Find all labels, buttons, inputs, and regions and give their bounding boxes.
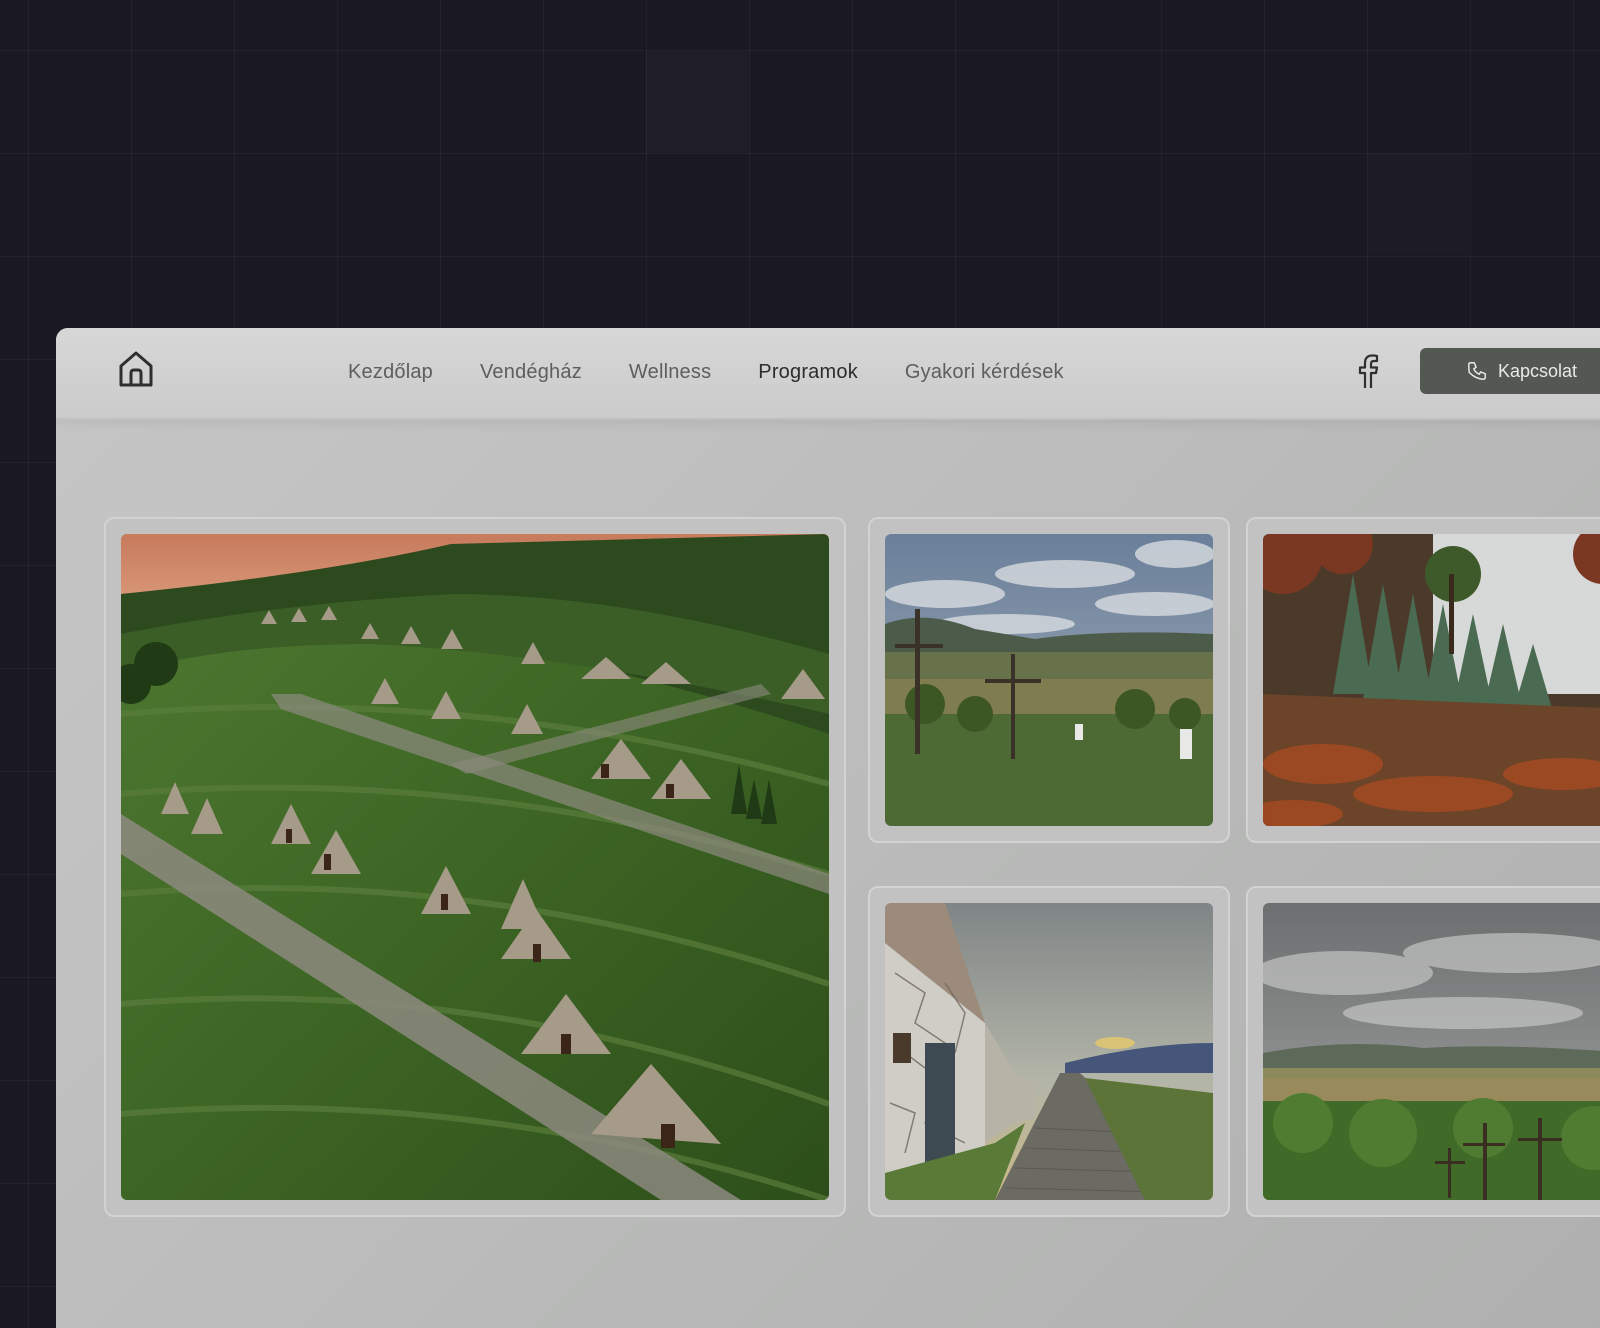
nav-link-gyakori-kerdesek[interactable]: Gyakori kérdések xyxy=(905,358,1064,388)
gallery-card-top-middle[interactable] xyxy=(868,517,1230,843)
contact-button[interactable]: Kapcsolat xyxy=(1420,348,1600,394)
gallery-card-large[interactable] xyxy=(104,517,846,1217)
gallery-photo-autumn-cellar-row[interactable] xyxy=(1263,534,1600,826)
gallery-card-bottom-right[interactable] xyxy=(1246,886,1600,1217)
gallery-photo-cloudy-valley-crosses[interactable] xyxy=(1263,903,1600,1200)
gallery-photo-crosses-valley-view[interactable] xyxy=(885,534,1213,826)
main-nav: Kezdőlap Vendégház Wellness Programok Gy… xyxy=(348,358,1111,388)
gallery-card-top-right[interactable] xyxy=(1246,517,1600,843)
gallery-photo-wine-cellar-hillside[interactable] xyxy=(121,534,829,1200)
background-grid-highlight xyxy=(1367,153,1469,255)
site-header: Kezdőlap Vendégház Wellness Programok Gy… xyxy=(56,328,1600,420)
gallery-photo-stone-cellar-lane[interactable] xyxy=(885,903,1213,1200)
nav-link-kezdolap[interactable]: Kezdőlap xyxy=(348,358,433,388)
nav-link-vendeghaz[interactable]: Vendégház xyxy=(480,358,582,388)
home-icon[interactable] xyxy=(118,350,154,388)
nav-link-programok[interactable]: Programok xyxy=(758,358,858,388)
background-grid-highlight xyxy=(646,51,748,153)
gallery-card-bottom-middle[interactable] xyxy=(868,886,1230,1217)
website-window: Kezdőlap Vendégház Wellness Programok Gy… xyxy=(56,328,1600,1328)
facebook-icon[interactable] xyxy=(1354,354,1382,390)
contact-button-label: Kapcsolat xyxy=(1498,360,1578,381)
phone-icon xyxy=(1468,362,1486,380)
nav-link-wellness[interactable]: Wellness xyxy=(629,358,711,388)
